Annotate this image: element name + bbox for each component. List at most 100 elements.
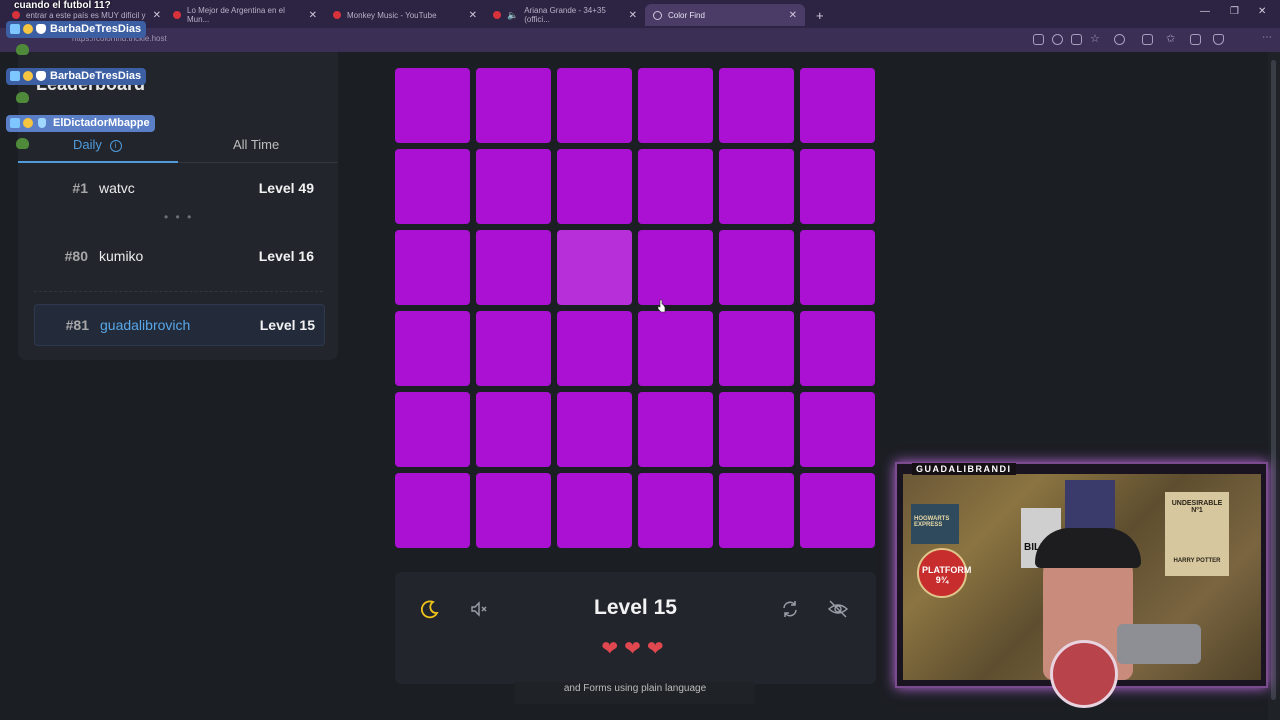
color-tile[interactable]: [395, 149, 470, 224]
active-tab-indicator: [18, 161, 178, 163]
color-grid: [395, 68, 876, 549]
badge-icon: [38, 118, 46, 128]
star-icon[interactable]: ☆: [1090, 32, 1101, 45]
poster-image: HOGWARTS EXPRESS: [911, 504, 959, 544]
badge-icon: [10, 71, 20, 81]
color-tile[interactable]: [638, 311, 713, 386]
row-name: kumiko: [99, 248, 144, 264]
close-window-icon[interactable]: ✕: [1258, 6, 1266, 17]
footer-text: and Forms using plain language: [515, 682, 755, 704]
color-tile[interactable]: [557, 473, 632, 548]
color-tile[interactable]: [395, 392, 470, 467]
row-rank: #81: [65, 317, 89, 333]
level-title: Level 15: [594, 596, 677, 619]
color-tile[interactable]: [557, 230, 632, 305]
speaker-icon[interactable]: 🔈: [507, 10, 518, 21]
color-tile[interactable]: [557, 149, 632, 224]
row-rank: #80: [64, 248, 88, 264]
close-icon[interactable]: ✕: [789, 10, 797, 21]
leaderboard-row: #1 watvc Level 49: [34, 168, 323, 208]
page-scrollbar[interactable]: [1268, 52, 1280, 720]
color-tile[interactable]: [800, 392, 875, 467]
frog-emote-icon: [16, 92, 29, 103]
tab-ariana[interactable]: 🔈 Ariana Grande - 34+35 (offici... ✕: [485, 4, 645, 26]
close-icon[interactable]: ✕: [629, 10, 637, 21]
shield-badge-icon: [36, 24, 46, 34]
tab-monkey-music[interactable]: Monkey Music - YouTube ✕: [325, 4, 485, 26]
color-tile[interactable]: [476, 473, 551, 548]
refresh-browser-icon[interactable]: [1114, 34, 1125, 45]
color-tile[interactable]: [395, 311, 470, 386]
color-tile[interactable]: [719, 230, 794, 305]
headphones: [1035, 528, 1141, 568]
refresh-icon[interactable]: [779, 598, 801, 620]
frog-emote-icon: [16, 44, 29, 55]
microphone: [1117, 624, 1201, 664]
hand-cursor-icon: [657, 299, 666, 313]
color-tile[interactable]: [800, 68, 875, 143]
color-tile[interactable]: [557, 68, 632, 143]
color-tile[interactable]: [557, 311, 632, 386]
color-tile[interactable]: [476, 68, 551, 143]
color-tile[interactable]: [638, 392, 713, 467]
tab-daily[interactable]: Daily i: [73, 137, 122, 152]
badge-icon: [23, 71, 33, 81]
color-tile[interactable]: [395, 473, 470, 548]
color-tile[interactable]: [476, 149, 551, 224]
new-tab-button[interactable]: +: [808, 4, 828, 26]
color-tile[interactable]: [719, 149, 794, 224]
color-tile[interactable]: [800, 311, 875, 386]
color-tile[interactable]: [800, 149, 875, 224]
youtube-icon: [493, 11, 501, 19]
color-tile[interactable]: [476, 230, 551, 305]
row-separator: [34, 291, 323, 292]
color-tile[interactable]: [800, 473, 875, 548]
leaderboard-row: #80 kumiko Level 16: [34, 236, 323, 276]
more-icon[interactable]: ⋯: [1262, 32, 1273, 43]
color-tile[interactable]: [395, 68, 470, 143]
tab-color-find[interactable]: Color Find ✕: [645, 4, 805, 26]
close-icon[interactable]: ✕: [153, 10, 161, 21]
browser-tab-bar: entrar a este país es MUY difícil y ✕ Lo…: [0, 0, 1280, 28]
translate-icon[interactable]: [1033, 34, 1044, 45]
tab-divider: [178, 162, 338, 163]
address-bar[interactable]: https://colorfind.trickle.host ☆ ✩ ⋯: [0, 28, 1280, 74]
frog-emote-icon: [16, 138, 29, 149]
color-tile[interactable]: [395, 230, 470, 305]
color-tile[interactable]: [719, 473, 794, 548]
row-name: watvc: [99, 180, 135, 196]
color-tile[interactable]: [638, 68, 713, 143]
rows-ellipsis: • • •: [164, 210, 194, 224]
color-tile[interactable]: [638, 149, 713, 224]
tab-video-2[interactable]: Lo Mejor de Argentina en el Mun... ✕: [165, 4, 325, 26]
badge-icon: [10, 118, 20, 128]
badge-icon: [23, 24, 33, 34]
downloads-icon[interactable]: [1190, 34, 1201, 45]
color-tile[interactable]: [557, 392, 632, 467]
scrollbar-thumb[interactable]: [1271, 60, 1276, 700]
color-tile[interactable]: [800, 230, 875, 305]
eye-off-icon[interactable]: [827, 598, 849, 620]
row-level: Level 49: [258, 180, 314, 196]
chat-username: BarbaDeTresDias: [6, 68, 147, 85]
color-tile[interactable]: [476, 311, 551, 386]
restore-icon[interactable]: ❐: [1230, 6, 1239, 17]
color-tile[interactable]: [638, 230, 713, 305]
color-tile[interactable]: [476, 392, 551, 467]
reader-icon[interactable]: [1071, 34, 1082, 45]
info-icon[interactable]: i: [109, 140, 122, 152]
webcam-label: GUADALIBRANDI: [912, 463, 1016, 475]
color-tile[interactable]: [638, 473, 713, 548]
color-tile[interactable]: [719, 392, 794, 467]
color-tile[interactable]: [719, 68, 794, 143]
zoom-icon[interactable]: [1052, 34, 1063, 45]
favorites-icon[interactable]: ✩: [1166, 32, 1177, 45]
streamer-avatar: [1050, 640, 1118, 708]
extensions-icon[interactable]: [1142, 34, 1153, 45]
tab-all-time[interactable]: All Time: [233, 137, 279, 152]
minimize-icon[interactable]: —: [1200, 6, 1210, 17]
close-icon[interactable]: ✕: [309, 10, 317, 21]
shield-icon[interactable]: [1213, 34, 1224, 45]
close-icon[interactable]: ✕: [469, 10, 477, 21]
color-tile[interactable]: [719, 311, 794, 386]
